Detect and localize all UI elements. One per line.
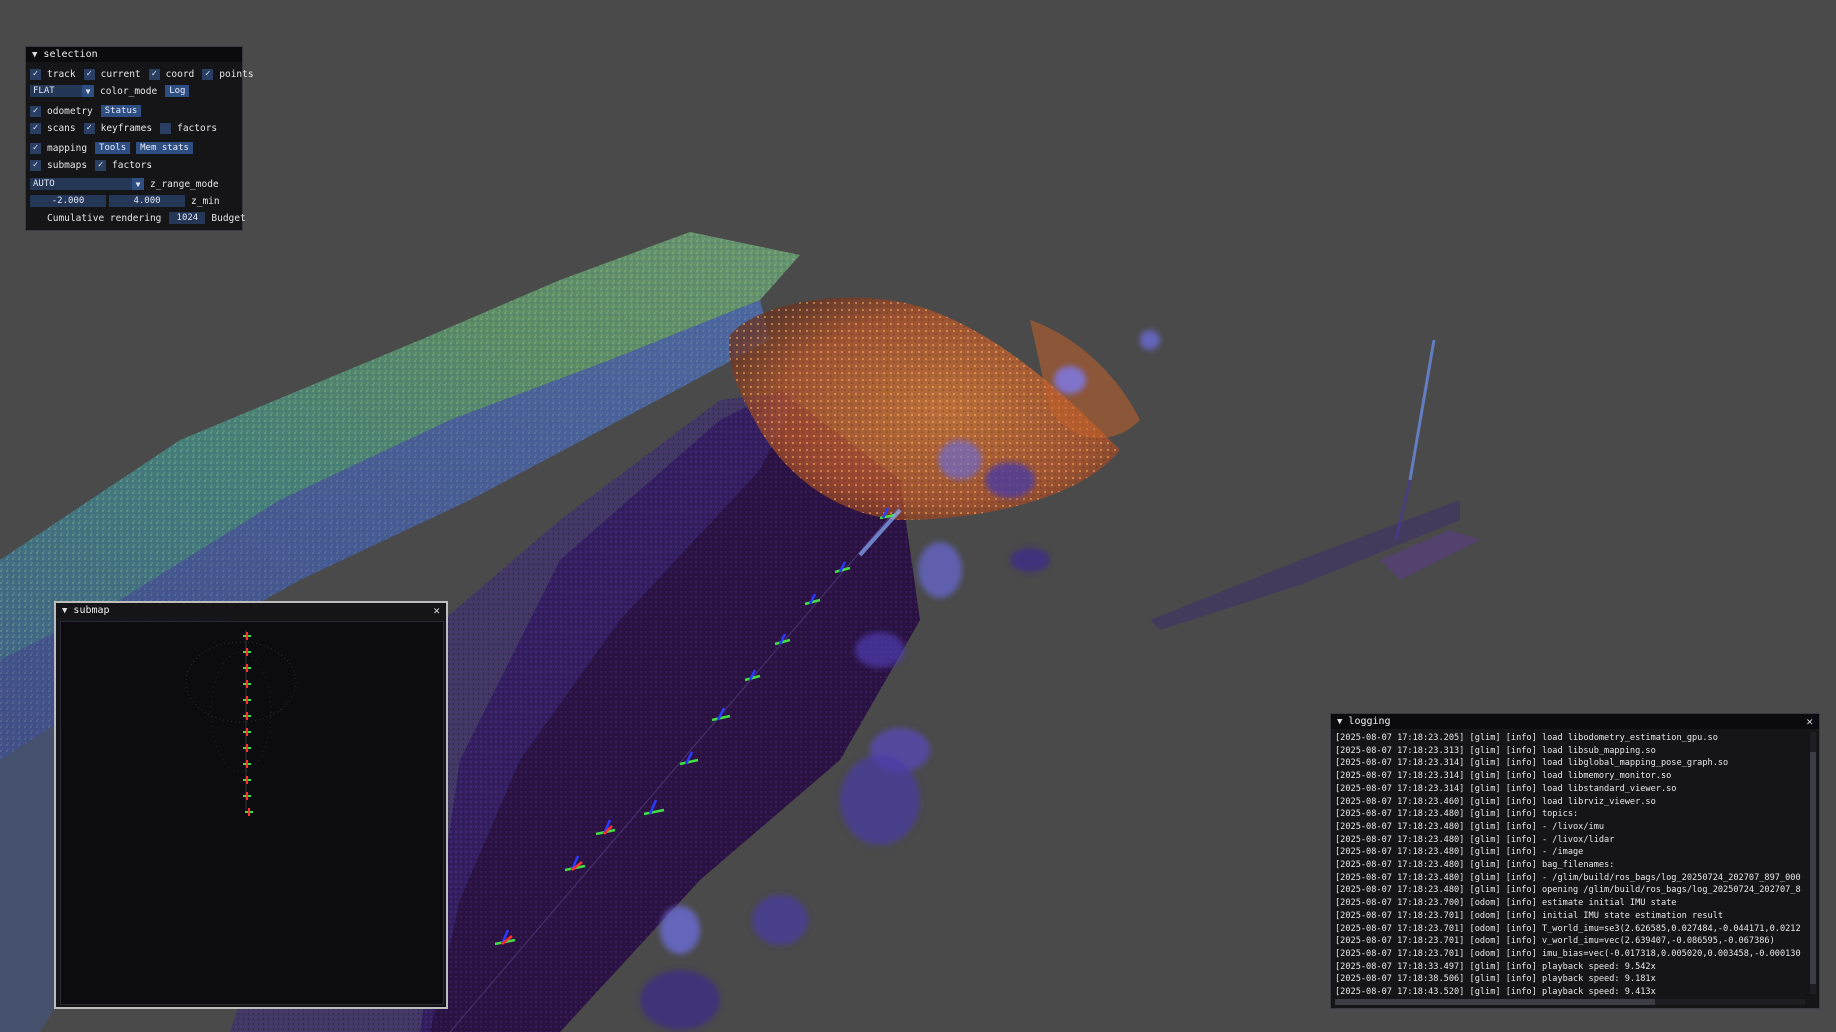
track-checkbox[interactable]: ✓: [30, 68, 41, 80]
log-line: [2025-08-07 17:18:23.313] [glim] [info] …: [1335, 745, 1656, 756]
scans-label: scans: [47, 122, 76, 134]
status-button[interactable]: Status: [100, 105, 142, 117]
selection-panel[interactable]: ▼ selection ✓ track ✓ current ✓ coord ✓ poin…: [25, 46, 254, 231]
selection-title: selection: [43, 49, 98, 60]
budget-input[interactable]: 1024: [169, 212, 206, 224]
z-range-mode-combo[interactable]: AUTO ▼: [30, 178, 144, 190]
selection-row-display: ✓ track ✓ current ✓ coord ✓ points: [30, 67, 262, 81]
log-line: [2025-08-07 17:18:23.480] [glim] [info] …: [1335, 834, 1615, 845]
keyframes-label: keyframes: [100, 122, 153, 134]
selection-row-zvalues: -2.000 4.000 z_min: [30, 194, 228, 208]
log-line: [2025-08-07 17:18:23.314] [glim] [info] …: [1335, 783, 1677, 794]
logging-titlebar[interactable]: ▼ logging ✕: [1331, 714, 1819, 729]
tools-button[interactable]: Tools: [95, 142, 131, 154]
log-vertical-scrollbar[interactable]: [1810, 732, 1816, 994]
log-line: [2025-08-07 17:18:23.480] [glim] [info] …: [1335, 809, 1579, 820]
selection-row-cumulative: ✓ Cumulative rendering 1024 Budget: [30, 211, 254, 225]
cumulative-rendering-checkbox[interactable]: ✓: [30, 213, 41, 224]
scrollbar-thumb[interactable]: [1810, 752, 1816, 984]
selection-row-mapping: ✓ mapping Tools Mem stats: [30, 141, 199, 155]
logging-title: logging: [1348, 716, 1391, 727]
submaps-checkbox[interactable]: ✓: [30, 159, 41, 171]
log-line: [2025-08-07 17:18:23.701] [odom] [info] …: [1335, 910, 1724, 921]
dropdown-arrow-icon[interactable]: ▼: [132, 178, 144, 190]
mapping-label: mapping: [47, 142, 88, 154]
selection-row-color: FLAT ▼ color_mode Log: [30, 84, 195, 98]
coord-checkbox[interactable]: ✓: [148, 68, 160, 80]
mapping-factors-label: factors: [112, 159, 153, 171]
scans-checkbox[interactable]: ✓: [30, 122, 41, 134]
log-line: [2025-08-07 17:18:23.480] [glim] [info] …: [1335, 860, 1615, 871]
odometry-factors-label: factors: [177, 122, 218, 134]
submap-panel[interactable]: ▼ submap ✕: [54, 601, 448, 1009]
collapse-triangle-icon[interactable]: ▼: [32, 50, 37, 60]
odometry-label: odometry: [47, 105, 93, 117]
close-icon[interactable]: ✕: [1806, 715, 1813, 728]
scrollbar-thumb[interactable]: [1335, 999, 1655, 1005]
mem-stats-button[interactable]: Mem stats: [136, 142, 193, 154]
log-horizontal-scrollbar[interactable]: [1335, 999, 1805, 1005]
submaps-label: submaps: [47, 159, 88, 171]
cumulative-rendering-label: Cumulative rendering: [47, 212, 162, 224]
selection-row-zrange: AUTO ▼ z_range_mode: [30, 177, 227, 191]
log-line: [2025-08-07 17:18:23.701] [odom] [info] …: [1335, 948, 1801, 959]
logging-panel[interactable]: ▼ logging ✕ [2025-08-07 17:18:23.205] [g…: [1330, 713, 1820, 1009]
log-line: [2025-08-07 17:18:43.520] [glim] [info] …: [1335, 987, 1656, 998]
submap-view[interactable]: [60, 621, 444, 1005]
submap-title: submap: [73, 605, 110, 616]
submap-points: [185, 641, 297, 773]
log-line: [2025-08-07 17:18:23.480] [glim] [info] …: [1335, 847, 1584, 858]
z-range-mode-label: z_range_mode: [150, 178, 219, 190]
z-max-input[interactable]: 4.000: [109, 195, 185, 207]
log-line: [2025-08-07 17:18:23.701] [odom] [info] …: [1335, 923, 1801, 934]
z-range-mode-value: AUTO: [33, 179, 55, 189]
track-label: track: [47, 68, 76, 80]
log-line: [2025-08-07 17:18:23.314] [glim] [info] …: [1335, 758, 1729, 769]
selection-row-odometry: ✓ odometry Status: [30, 104, 147, 118]
log-line: [2025-08-07 17:18:23.460] [glim] [info] …: [1335, 796, 1656, 807]
points-label: points: [219, 68, 254, 80]
collapse-triangle-icon[interactable]: ▼: [1337, 717, 1342, 727]
log-line: [2025-08-07 17:18:23.701] [odom] [info] …: [1335, 936, 1775, 947]
log-line: [2025-08-07 17:18:33.497] [glim] [info] …: [1335, 961, 1656, 972]
log-line: [2025-08-07 17:18:23.480] [glim] [info] …: [1335, 821, 1605, 832]
color-mode-combo[interactable]: FLAT ▼: [30, 85, 94, 97]
selection-titlebar[interactable]: ▼ selection: [26, 47, 242, 62]
distant-pointcloud: [1150, 339, 1480, 630]
coord-label: coord: [165, 68, 195, 80]
dropdown-arrow-icon[interactable]: ▼: [82, 85, 94, 97]
close-icon[interactable]: ✕: [433, 604, 440, 617]
collapse-triangle-icon[interactable]: ▼: [62, 606, 67, 616]
points-checkbox[interactable]: ✓: [202, 68, 214, 80]
log-line: [2025-08-07 17:18:23.480] [glim] [info] …: [1335, 872, 1801, 883]
selection-row-submaps: ✓ submaps ✓ factors: [30, 158, 160, 172]
z-min-label: z_min: [191, 195, 220, 207]
log-line: [2025-08-07 17:18:23.314] [glim] [info] …: [1335, 771, 1672, 782]
color-mode-label: color_mode: [100, 85, 158, 97]
color-mode-value: FLAT: [33, 86, 55, 96]
submap-titlebar[interactable]: ▼ submap ✕: [56, 603, 446, 618]
log-line: [2025-08-07 17:18:23.700] [odom] [info] …: [1335, 898, 1677, 909]
current-label: current: [100, 68, 141, 80]
log-line: [2025-08-07 17:18:23.205] [glim] [info] …: [1335, 733, 1718, 743]
submap-trajectory: [243, 630, 253, 816]
selection-row-scans: ✓ scans ✓ keyframes ✓ factors: [30, 121, 225, 135]
odometry-factors-checkbox[interactable]: ✓: [160, 122, 172, 134]
log-line: [2025-08-07 17:18:23.480] [glim] [info] …: [1335, 885, 1801, 896]
log-line: [2025-08-07 17:18:38.506] [glim] [info] …: [1335, 974, 1656, 985]
keyframes-checkbox[interactable]: ✓: [83, 122, 95, 134]
current-checkbox[interactable]: ✓: [83, 68, 95, 80]
z-min-input[interactable]: -2.000: [30, 195, 106, 207]
log-output[interactable]: [2025-08-07 17:18:23.205] [glim] [info] …: [1335, 732, 1805, 998]
log-button[interactable]: Log: [165, 85, 190, 97]
odometry-checkbox[interactable]: ✓: [30, 105, 41, 117]
mapping-checkbox[interactable]: ✓: [30, 142, 41, 154]
mapping-factors-checkbox[interactable]: ✓: [95, 159, 107, 171]
budget-label: Budget: [211, 212, 246, 224]
